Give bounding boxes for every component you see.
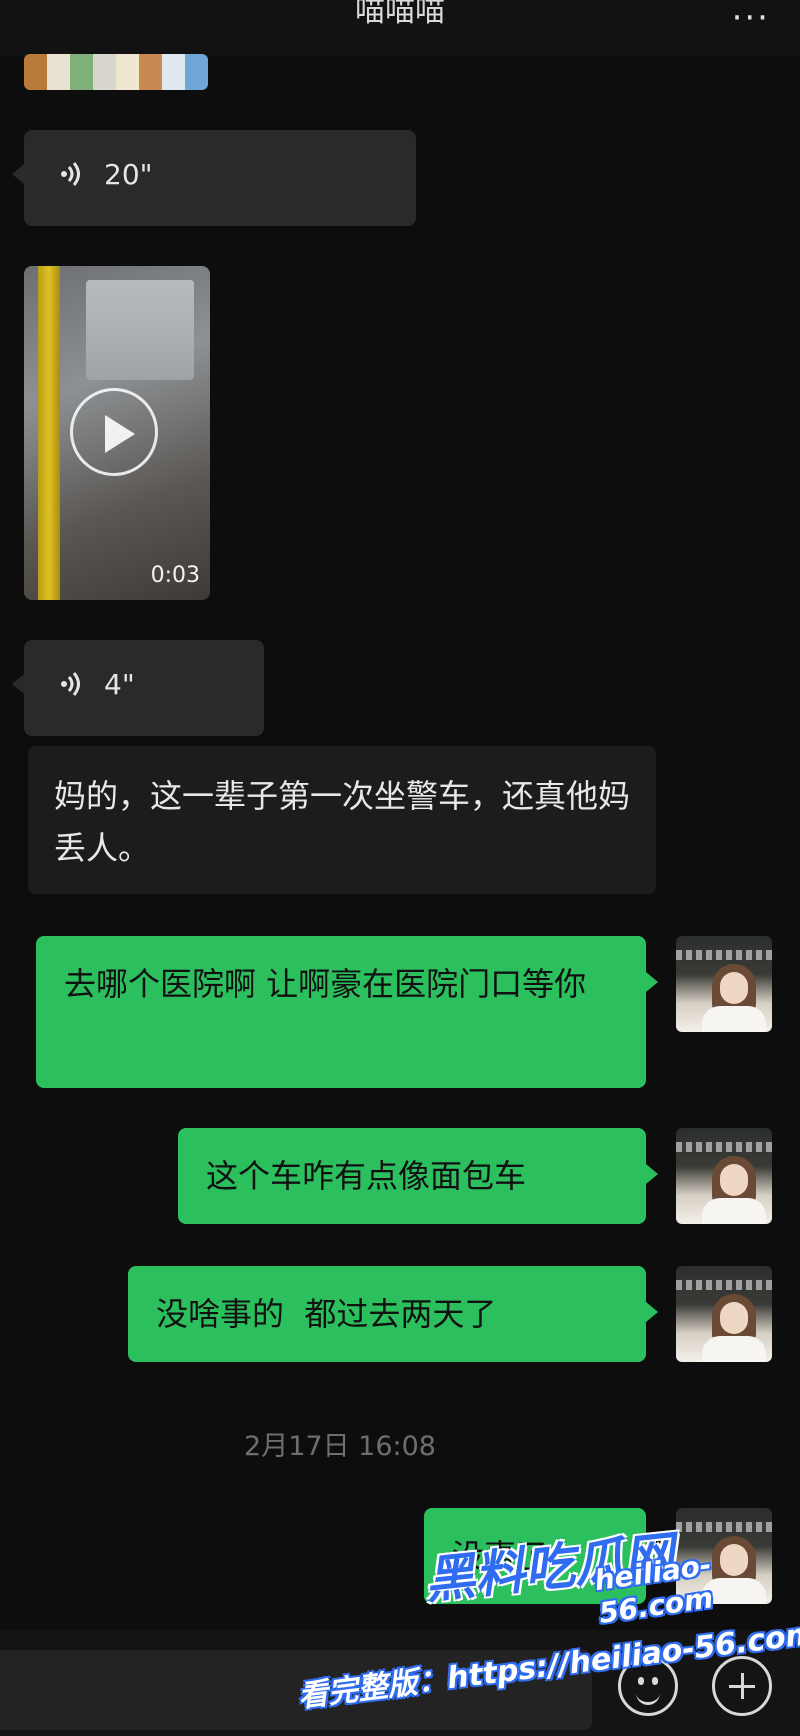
emoji-eye <box>638 1677 644 1685</box>
voice-wave-icon <box>61 672 80 696</box>
message-timestamp: 2月17日 16:08 <box>244 1431 436 1462</box>
outgoing-text-message[interactable]: 这个车咋有点像面包车 <box>178 1128 658 1224</box>
avatar-bg <box>676 1142 772 1152</box>
plus-icon[interactable] <box>712 1656 772 1716</box>
voice-duration: 4" <box>104 668 135 701</box>
video-frame-window <box>86 280 194 380</box>
outgoing-text-message[interactable]: 没啥事的 都过去两天了 <box>128 1266 658 1362</box>
voice-duration: 20" <box>104 158 153 191</box>
avatar-body <box>702 1336 766 1362</box>
avatar[interactable] <box>676 936 772 1032</box>
message-text: 这个车咋有点像面包车 <box>206 1157 527 1195</box>
video-duration: 0:03 <box>150 563 200 588</box>
emoji-mouth <box>636 1690 660 1705</box>
avatar-bg <box>676 1522 772 1532</box>
play-icon[interactable] <box>70 388 158 476</box>
message-text: 没啥事的 都过去两天了 <box>156 1295 497 1333</box>
message-text: 妈的，这一辈子第一次坐警车，还真他妈丢人。 <box>54 777 631 867</box>
avatar-body <box>702 1198 766 1224</box>
video-frame-pillar <box>38 266 60 600</box>
avatar-face <box>720 1164 748 1196</box>
emoji-eye <box>652 1677 658 1685</box>
voice-wave-icon <box>61 162 80 186</box>
avatar[interactable] <box>676 1128 772 1224</box>
incoming-text-message[interactable]: 妈的，这一辈子第一次坐警车，还真他妈丢人。 <box>28 746 656 894</box>
avatar-face <box>720 972 748 1004</box>
more-options-button[interactable]: ··· <box>732 0 770 38</box>
image-message-thumbnail[interactable] <box>24 54 208 90</box>
avatar-face <box>720 1302 748 1334</box>
voice-message[interactable]: 20" <box>12 130 416 226</box>
avatar-body <box>702 1006 766 1032</box>
avatar[interactable] <box>676 1266 772 1362</box>
chat-title: 喵喵喵 <box>355 0 445 29</box>
video-message[interactable]: 0:03 <box>24 266 210 600</box>
avatar-bg <box>676 950 772 960</box>
voice-message[interactable]: 4" <box>12 640 264 736</box>
chat-header: 喵喵喵 ··· <box>0 0 800 56</box>
avatar-bg <box>676 1280 772 1290</box>
outgoing-text-message[interactable]: 去哪个医院啊 让啊豪在医院门口等你 <box>36 936 658 1088</box>
message-text: 去哪个医院啊 让啊豪在医院门口等你 <box>64 965 587 1003</box>
chat-screen: 喵喵喵 ··· 20" 0:03 4" 妈的，这一辈子第一次坐警车，还真他妈丢人… <box>0 0 800 1736</box>
